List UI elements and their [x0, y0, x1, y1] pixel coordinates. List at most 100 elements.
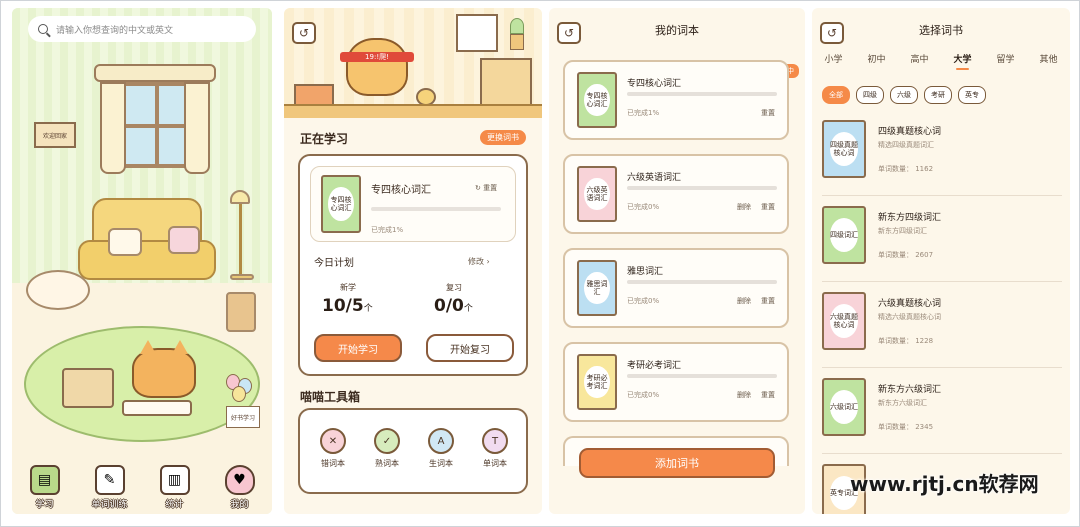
unit: 个 [363, 304, 373, 314]
study-screen: 19:!爬! ↺ 正在学习 更换词书 专四核心词汇 专四核心词汇 ↻ 重置 已完… [284, 8, 542, 514]
side-table [26, 270, 90, 310]
word-count: 单词数量： 2345 [878, 423, 934, 431]
wordbook-cover: 四级真题核心词 [822, 120, 866, 178]
tool-new-words[interactable]: A 生词本 [416, 428, 466, 469]
desk [284, 104, 542, 118]
reset-label: 重置 [483, 184, 498, 192]
wordbook-list-item[interactable]: 四级词汇 新东方四级词汇 新东方四级词汇 单词数量： 2607 [822, 198, 1062, 282]
tool-wrong-words[interactable]: ✕ 错词本 [308, 428, 358, 469]
tab-university[interactable]: 大学 [953, 52, 972, 70]
search-input[interactable]: 请输入你想查询的中文或英文 [28, 16, 256, 42]
wordbook-card[interactable]: 六级英语词汇 六级英语词汇 已完成0% 删除 重置 [563, 154, 789, 234]
curtain-right [184, 82, 210, 174]
wordbook-cover: 四级词汇 [822, 206, 866, 264]
wordbook-list-item[interactable]: 六级真题核心词 六级真题核心词 精选六级真题核心词 单词数量： 1228 [822, 284, 1062, 368]
tab-other[interactable]: 其他 [1039, 52, 1057, 65]
plan-edit-label: 修改 [468, 257, 484, 266]
wordbook-desc: 新东方四级词汇 [878, 227, 927, 235]
wordbook-card[interactable]: 专四核心词汇 专四核心词汇 已完成1% 重置 [563, 60, 789, 140]
progress-bar [627, 92, 777, 96]
unit: 个 [463, 304, 473, 314]
wordbook-list-item[interactable]: 四级真题核心词 四级真题核心词 精选四级真题词汇 单词数量： 1162 [822, 112, 1062, 196]
wordbook-card[interactable]: 雅思词汇 雅思词汇 已完成0% 删除 重置 [563, 248, 789, 328]
page-title: 我的词本 [655, 24, 699, 37]
cover-title: 六级英语词汇 [584, 177, 610, 211]
cover-title: 专四核心词汇 [584, 83, 610, 117]
delete-button[interactable]: 删除 [737, 296, 751, 306]
cat-mascot[interactable] [132, 340, 196, 398]
word-count: 单词数量： 2607 [878, 251, 934, 259]
wordbook-name: 四级真题核心词 [878, 127, 942, 137]
nav-word-training[interactable]: ✎ 单词训练 [82, 465, 138, 510]
tab-abroad[interactable]: 留学 [996, 52, 1014, 65]
change-book-button[interactable]: 更换词书 [480, 130, 526, 145]
nav-stats[interactable]: ▥ 统计 [147, 465, 203, 510]
plan-edit-link[interactable]: 修改 › [468, 256, 490, 267]
start-review-button[interactable]: 开始复习 [426, 334, 514, 362]
filter-english-major[interactable]: 英专 [958, 86, 986, 104]
reset-button[interactable]: 重置 [761, 202, 775, 212]
wordbook-cover: 六级词汇 [822, 378, 866, 436]
new-value: 10/5 [322, 296, 364, 316]
delete-button[interactable]: 删除 [737, 390, 751, 400]
nav-study[interactable]: ▤ 学习 [17, 465, 73, 510]
delete-button[interactable]: 删除 [737, 202, 751, 212]
search-placeholder: 请输入你想查询的中文或英文 [56, 25, 174, 36]
reset-button[interactable]: 重置 [761, 390, 775, 400]
pillow-pink [168, 226, 200, 254]
sofa-illustration [78, 198, 216, 290]
word-book-icon: T [482, 428, 508, 454]
progress-text: 已完成1% [627, 109, 660, 117]
nav-label: 我的 [230, 500, 249, 510]
tab-junior[interactable]: 初中 [867, 52, 885, 65]
tool-label: 单词本 [483, 459, 507, 468]
search-icon [38, 24, 48, 34]
wrong-words-icon: ✕ [320, 428, 346, 454]
wordbook-cover: 六级英语词汇 [577, 166, 617, 222]
study-tag: 好书学习 [226, 406, 260, 428]
cover-title: 六级词汇 [830, 390, 858, 424]
filter-cet4[interactable]: 四级 [856, 86, 884, 104]
chart-icon: ▥ [159, 465, 190, 495]
tool-word-book[interactable]: T 单词本 [470, 428, 520, 469]
wordbook-cover: 考研必考词汇 [577, 354, 617, 410]
book-stack [294, 84, 334, 106]
filter-postgrad[interactable]: 考研 [924, 86, 952, 104]
cover-title: 考研必考词汇 [584, 365, 610, 399]
reset-button[interactable]: 重置 [761, 296, 775, 306]
wordbook-card[interactable]: 考研必考词汇 考研必考词汇 已完成0% 删除 重置 [563, 342, 789, 422]
reset-button[interactable]: 重置 [761, 108, 775, 118]
reset-button[interactable]: ↻ 重置 [475, 183, 497, 193]
notice-board [456, 14, 498, 52]
progress-bar [627, 186, 777, 190]
filter-all[interactable]: 全部 [822, 86, 850, 104]
nav-label: 学习 [35, 500, 54, 510]
current-book-card[interactable]: 专四核心词汇 专四核心词汇 ↻ 重置 已完成1% [310, 166, 516, 242]
review-label: 复习 [446, 283, 462, 292]
tab-primary[interactable]: 小学 [824, 52, 842, 65]
page-title: 选择词书 [919, 24, 963, 37]
add-wordbook-button[interactable]: 添加词书 [579, 448, 775, 478]
wordbook-list-item[interactable]: 六级词汇 新东方六级词汇 新东方六级词汇 单词数量： 2345 [822, 370, 1062, 454]
cat-heart-icon: ♥ [224, 465, 255, 495]
cover-title: 四级词汇 [830, 218, 858, 252]
plan-title: 今日计划 [314, 258, 354, 269]
learning-title: 正在学习 [300, 132, 349, 149]
plant-pot [506, 18, 528, 54]
progress-text: 已完成0% [627, 203, 660, 211]
filter-cet6[interactable]: 六级 [890, 86, 918, 104]
start-learning-button[interactable]: 开始学习 [314, 334, 402, 362]
paper-icon: ✎ [94, 465, 125, 495]
progress-text: 已完成0% [627, 391, 660, 399]
tool-label: 错词本 [321, 459, 345, 468]
wordbook-name: 六级英语词汇 [627, 173, 682, 183]
wordbook-cover: 六级真题核心词 [822, 292, 866, 350]
back-button[interactable]: ↺ [292, 22, 316, 44]
tool-familiar-words[interactable]: ✓ 熟词本 [362, 428, 412, 469]
window-illustration [94, 64, 216, 174]
progress-text: 已完成0% [627, 297, 660, 305]
tab-senior[interactable]: 高中 [910, 52, 928, 65]
lamp-base [230, 274, 254, 280]
nav-profile[interactable]: ♥ 我的 [212, 465, 268, 510]
word-count: 单词数量： 1162 [878, 165, 934, 173]
